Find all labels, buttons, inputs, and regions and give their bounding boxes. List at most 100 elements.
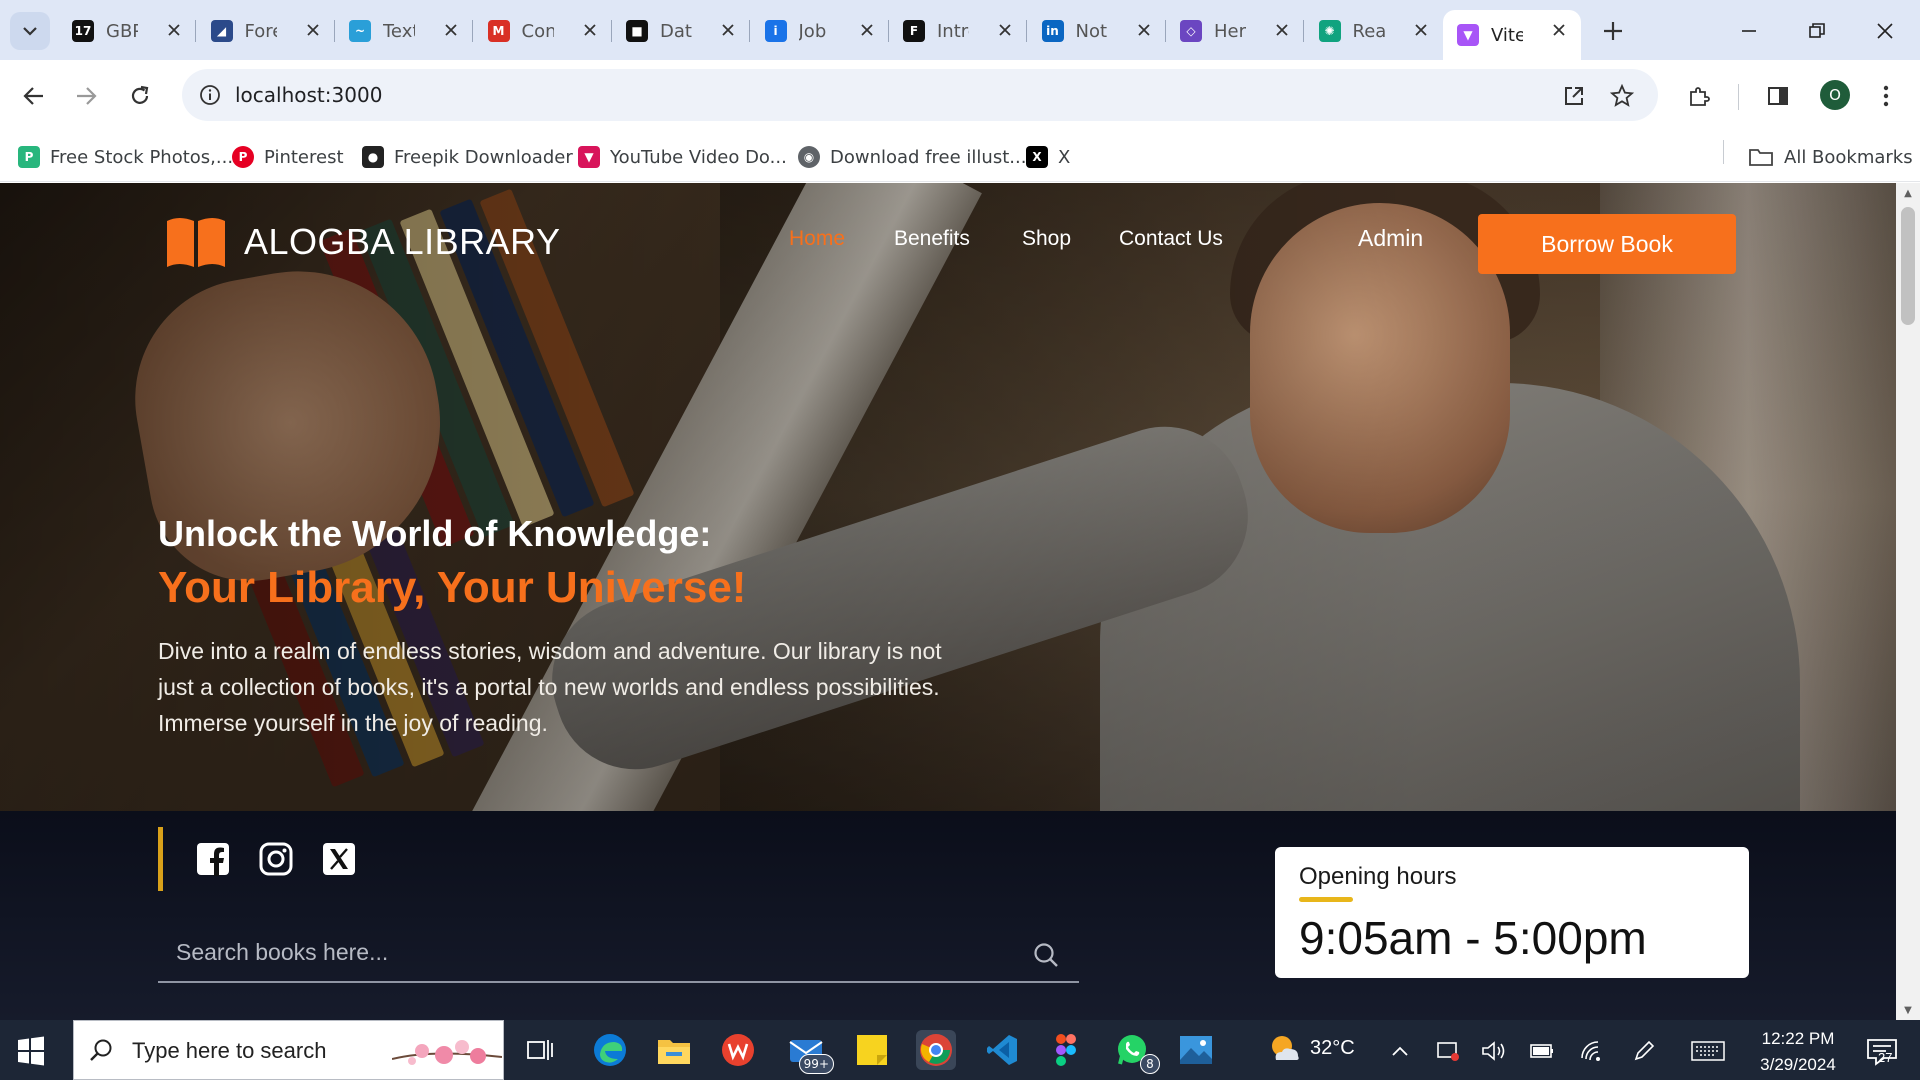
browser-tab[interactable]: 17 GBP [58,10,196,52]
browser-tab[interactable]: i Job [751,10,889,52]
url-text[interactable]: localhost:3000 [235,83,382,107]
taskbar-sticky-notes[interactable] [852,1030,892,1070]
profile-avatar[interactable]: O [1820,80,1850,110]
taskbar-vscode[interactable] [982,1030,1022,1070]
close-tab-icon[interactable] [580,20,600,40]
close-tab-icon[interactable] [1549,20,1569,40]
site-logo-text[interactable]: ALOGBA LIBRARY [244,221,560,263]
close-window-button[interactable] [1868,14,1902,48]
x-twitter-link[interactable] [321,841,357,877]
close-tab-icon[interactable] [1134,20,1154,40]
close-tab-icon[interactable] [1411,20,1431,40]
browser-tab[interactable]: ◢ Fore [197,10,335,52]
admin-link[interactable]: Admin [1358,225,1423,252]
tray-volume[interactable] [1481,1038,1507,1064]
book-logo-icon[interactable] [165,215,227,269]
opening-hours-card: Opening hours 9:05am - 5:00pm [1275,847,1749,978]
close-tab-icon[interactable] [164,20,184,40]
tray-keyboard[interactable] [1690,1038,1726,1064]
open-in-app-button[interactable] [1559,81,1589,111]
browser-tab[interactable]: M Con [474,10,612,52]
taskbar-edge[interactable] [590,1030,630,1070]
back-button[interactable] [14,76,54,116]
chevron-up-icon [1392,1046,1408,1056]
browser-tab-label: Rea [1352,20,1385,42]
taskbar-figma[interactable] [1046,1030,1086,1070]
close-tab-icon[interactable] [1272,20,1292,40]
site-info-button[interactable] [194,79,226,111]
taskbar-photos[interactable] [1176,1030,1216,1070]
forward-button[interactable] [66,76,106,116]
bookmark-item[interactable]: P Pinterest [232,144,344,170]
browser-tab[interactable]: ◇ Hero [1166,10,1304,52]
tray-wifi[interactable] [1579,1038,1605,1064]
menu-button[interactable] [1870,80,1902,112]
bookmark-label: Freepik Downloader [394,146,573,168]
book-search-input[interactable] [158,923,1079,983]
windows-start-icon[interactable] [14,1034,48,1068]
all-bookmarks-button[interactable]: All Bookmarks [1748,144,1913,170]
close-tab-icon[interactable] [441,20,461,40]
search-icon[interactable] [1032,941,1060,969]
taskbar-clock[interactable]: 12:22 PM 3/29/2024 [1738,1026,1858,1078]
extensions-button[interactable] [1683,80,1715,112]
browser-tab[interactable]: ✺ Rea [1305,10,1443,52]
show-hidden-icons-button[interactable] [1387,1038,1413,1064]
nav-home[interactable]: Home [789,227,845,251]
browser-tab[interactable]: ■ Data [612,10,750,52]
taskbar-whatsapp[interactable]: 8 [1112,1030,1160,1074]
close-tab-icon[interactable] [857,20,877,40]
bookmark-item[interactable]: ◉ Download free illust... [798,144,1026,170]
side-panel-button[interactable] [1762,80,1794,112]
freestock-icon: P [18,146,40,168]
cherry-blossom-icon [392,1040,502,1065]
taskbar-file-explorer[interactable] [654,1030,694,1070]
taskbar-search[interactable]: Type here to search [73,1020,504,1080]
taskbar-mail[interactable]: 99+ [786,1030,834,1074]
browser-tab[interactable]: F Intro [889,10,1027,52]
taskbar-chrome[interactable] [916,1030,956,1070]
search-band: Opening hours 9:05am - 5:00pm [0,811,1896,1020]
bookmark-star-button[interactable] [1607,81,1637,111]
instagram-link[interactable] [258,841,294,877]
bookmark-item[interactable]: ▼ YouTube Video Do... [578,144,787,170]
borrow-book-button[interactable]: Borrow Book [1478,214,1736,274]
page-scrollbar[interactable]: ▲ ▼ [1896,183,1920,1020]
nav-contact-us[interactable]: Contact Us [1119,227,1223,251]
browser-tab-label: Text [383,20,415,42]
browser-tab-label: Data [660,20,692,42]
all-bookmarks-label: All Bookmarks [1784,146,1913,168]
tray-pen[interactable] [1631,1038,1657,1064]
browser-tab-label: GBP [106,20,138,42]
close-tab-icon[interactable] [995,20,1015,40]
scroll-up-icon[interactable]: ▲ [1902,187,1914,199]
browser-tab[interactable]: in Noti [1028,10,1166,52]
bookmark-label: Free Stock Photos,... [50,146,234,168]
figma-icon [1056,1034,1076,1066]
scroll-down-icon[interactable]: ▼ [1902,1004,1914,1016]
browser-tab[interactable]: ▼ Vite [1443,10,1581,60]
reload-button[interactable] [120,76,160,116]
browser-tab[interactable]: ~ Text [335,10,473,52]
new-tab-button[interactable] [1600,18,1626,44]
task-view-button[interactable] [520,1030,560,1070]
bookmark-item[interactable]: P Free Stock Photos,... [18,144,233,170]
bookmark-label: Pinterest [264,146,344,168]
minimize-button[interactable] [1732,14,1766,48]
bookmark-item[interactable]: ● Freepik Downloader [362,144,573,170]
globe-icon: ◉ [798,146,820,168]
facebook-link[interactable] [195,841,231,877]
tray-battery[interactable] [1529,1038,1555,1064]
nav-benefits[interactable]: Benefits [894,227,970,251]
weather-widget[interactable]: 32°C [1268,1034,1355,1062]
close-tab-icon[interactable] [718,20,738,40]
restore-button[interactable] [1800,14,1834,48]
address-bar[interactable]: localhost:3000 [182,69,1658,121]
close-tab-icon[interactable] [303,20,323,40]
tray-screen-recorder[interactable] [1435,1038,1461,1064]
taskbar-wps-office[interactable] [718,1030,758,1070]
nav-shop[interactable]: Shop [1022,227,1071,251]
bookmark-item[interactable]: XX [1026,144,1070,170]
scroll-thumb[interactable] [1901,207,1915,325]
tab-search-button[interactable] [10,12,50,50]
